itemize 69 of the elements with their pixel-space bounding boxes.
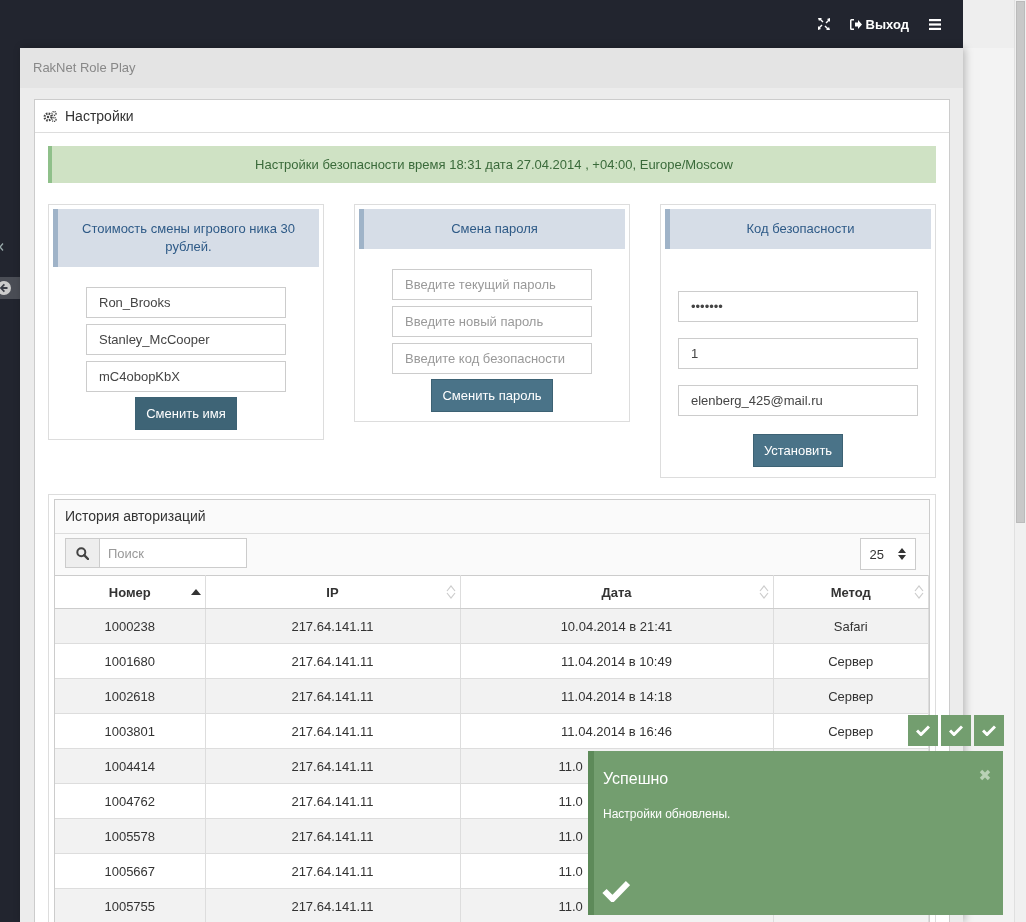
table-cell: Сервер	[828, 688, 874, 704]
table-cell: 1005578	[55, 818, 205, 854]
input-field[interactable]: mC4obopKbX	[86, 361, 286, 392]
table-cell: 1004762	[55, 783, 205, 819]
table-cell: 1004414	[55, 748, 205, 784]
check-icon	[949, 725, 963, 736]
back-arrow-icon[interactable]	[0, 281, 11, 295]
notification-button[interactable]	[974, 715, 1004, 746]
card-title: Смена пароля	[359, 209, 625, 249]
input-field[interactable]: elenberg_425@mail.ru	[678, 385, 918, 416]
input-field[interactable]: 1	[678, 338, 918, 369]
table-cell: 1005755	[55, 888, 205, 922]
logout-icon	[849, 18, 862, 30]
table-cell: Safari	[833, 618, 868, 634]
table-cell: 217.64.141.11	[205, 713, 460, 749]
table-cell: 1002618	[55, 678, 205, 714]
table-cell: 11.04.2014 в 10:49	[460, 643, 773, 679]
column-header[interactable]: Метод	[773, 575, 929, 609]
table-cell: 1001680	[55, 643, 205, 679]
panel-title: Настройки	[65, 108, 134, 124]
notification-message: Настройки обновлены.	[603, 807, 731, 821]
chevron-icon[interactable]	[0, 243, 4, 251]
table-cell: 1000238	[55, 608, 205, 644]
table-cell: 217.64.141.11	[205, 678, 460, 714]
table-cell: 217.64.141.11	[205, 643, 460, 679]
column-header[interactable]: Номер	[55, 575, 205, 609]
input-field[interactable]: Stanley_McCooper	[86, 324, 286, 355]
breadcrumb: RakNet Role Play	[20, 48, 963, 88]
table-cell: 1003801	[55, 713, 205, 749]
table-cell: 217.64.141.11	[205, 783, 460, 819]
table-cell: 217.64.141.11	[205, 888, 460, 922]
table-cell: 10.04.2014 в 21:41	[460, 608, 773, 644]
notification-button[interactable]	[941, 715, 971, 746]
check-icon	[602, 880, 630, 902]
page-size-select[interactable]: 25	[859, 538, 916, 570]
table-cell: 217.64.141.11	[205, 818, 460, 854]
input-field[interactable]: Введите новый пароль	[392, 306, 592, 337]
submit-button[interactable]: Сменить имя	[135, 397, 237, 430]
submit-button[interactable]: Установить	[752, 434, 844, 467]
check-icon	[916, 725, 930, 736]
card-title: Стоимость смены игрового ника 30 рублей.	[53, 209, 319, 267]
table-cell: 11.04.2014 в 16:46	[460, 713, 773, 749]
info-alert: Настройки безопасности время 18:31 дата 27.04.2014 , +04:00, Europe/Moscow	[48, 146, 936, 183]
input-field[interactable]: Введите текущий пароль	[392, 269, 592, 300]
fullscreen-icon[interactable]	[817, 18, 830, 30]
table-cell: 1005667	[55, 853, 205, 889]
spinner-arrows-icon	[898, 548, 906, 560]
input-field[interactable]: Ron_Brooks	[86, 287, 286, 318]
table-cell: 217.64.141.11	[205, 608, 460, 644]
check-icon	[982, 725, 996, 736]
column-header[interactable]: IP	[205, 575, 460, 609]
table-title: История авторизаций	[55, 500, 929, 534]
close-icon[interactable]	[979, 769, 991, 781]
table-cell: Сервер	[828, 653, 874, 669]
card-title: Код безопасности	[665, 209, 931, 249]
submit-button[interactable]: Сменить пароль	[431, 379, 553, 412]
logout-link[interactable]: Выход	[849, 16, 909, 32]
gears-icon	[43, 110, 57, 122]
search-icon	[76, 546, 89, 560]
table-cell: Сервер	[828, 723, 874, 739]
table-cell: 217.64.141.11	[205, 748, 460, 784]
input-field[interactable]: •••••••	[678, 291, 918, 322]
column-header[interactable]: Дата	[460, 575, 773, 609]
search-field[interactable]: Поиск	[65, 538, 247, 568]
menu-icon[interactable]	[929, 18, 941, 30]
input-field[interactable]: Введите код безопасности	[392, 343, 592, 374]
table-cell: 11.04.2014 в 14:18	[460, 678, 773, 714]
table-cell: 217.64.141.11	[205, 853, 460, 889]
notification-button[interactable]	[908, 715, 938, 746]
